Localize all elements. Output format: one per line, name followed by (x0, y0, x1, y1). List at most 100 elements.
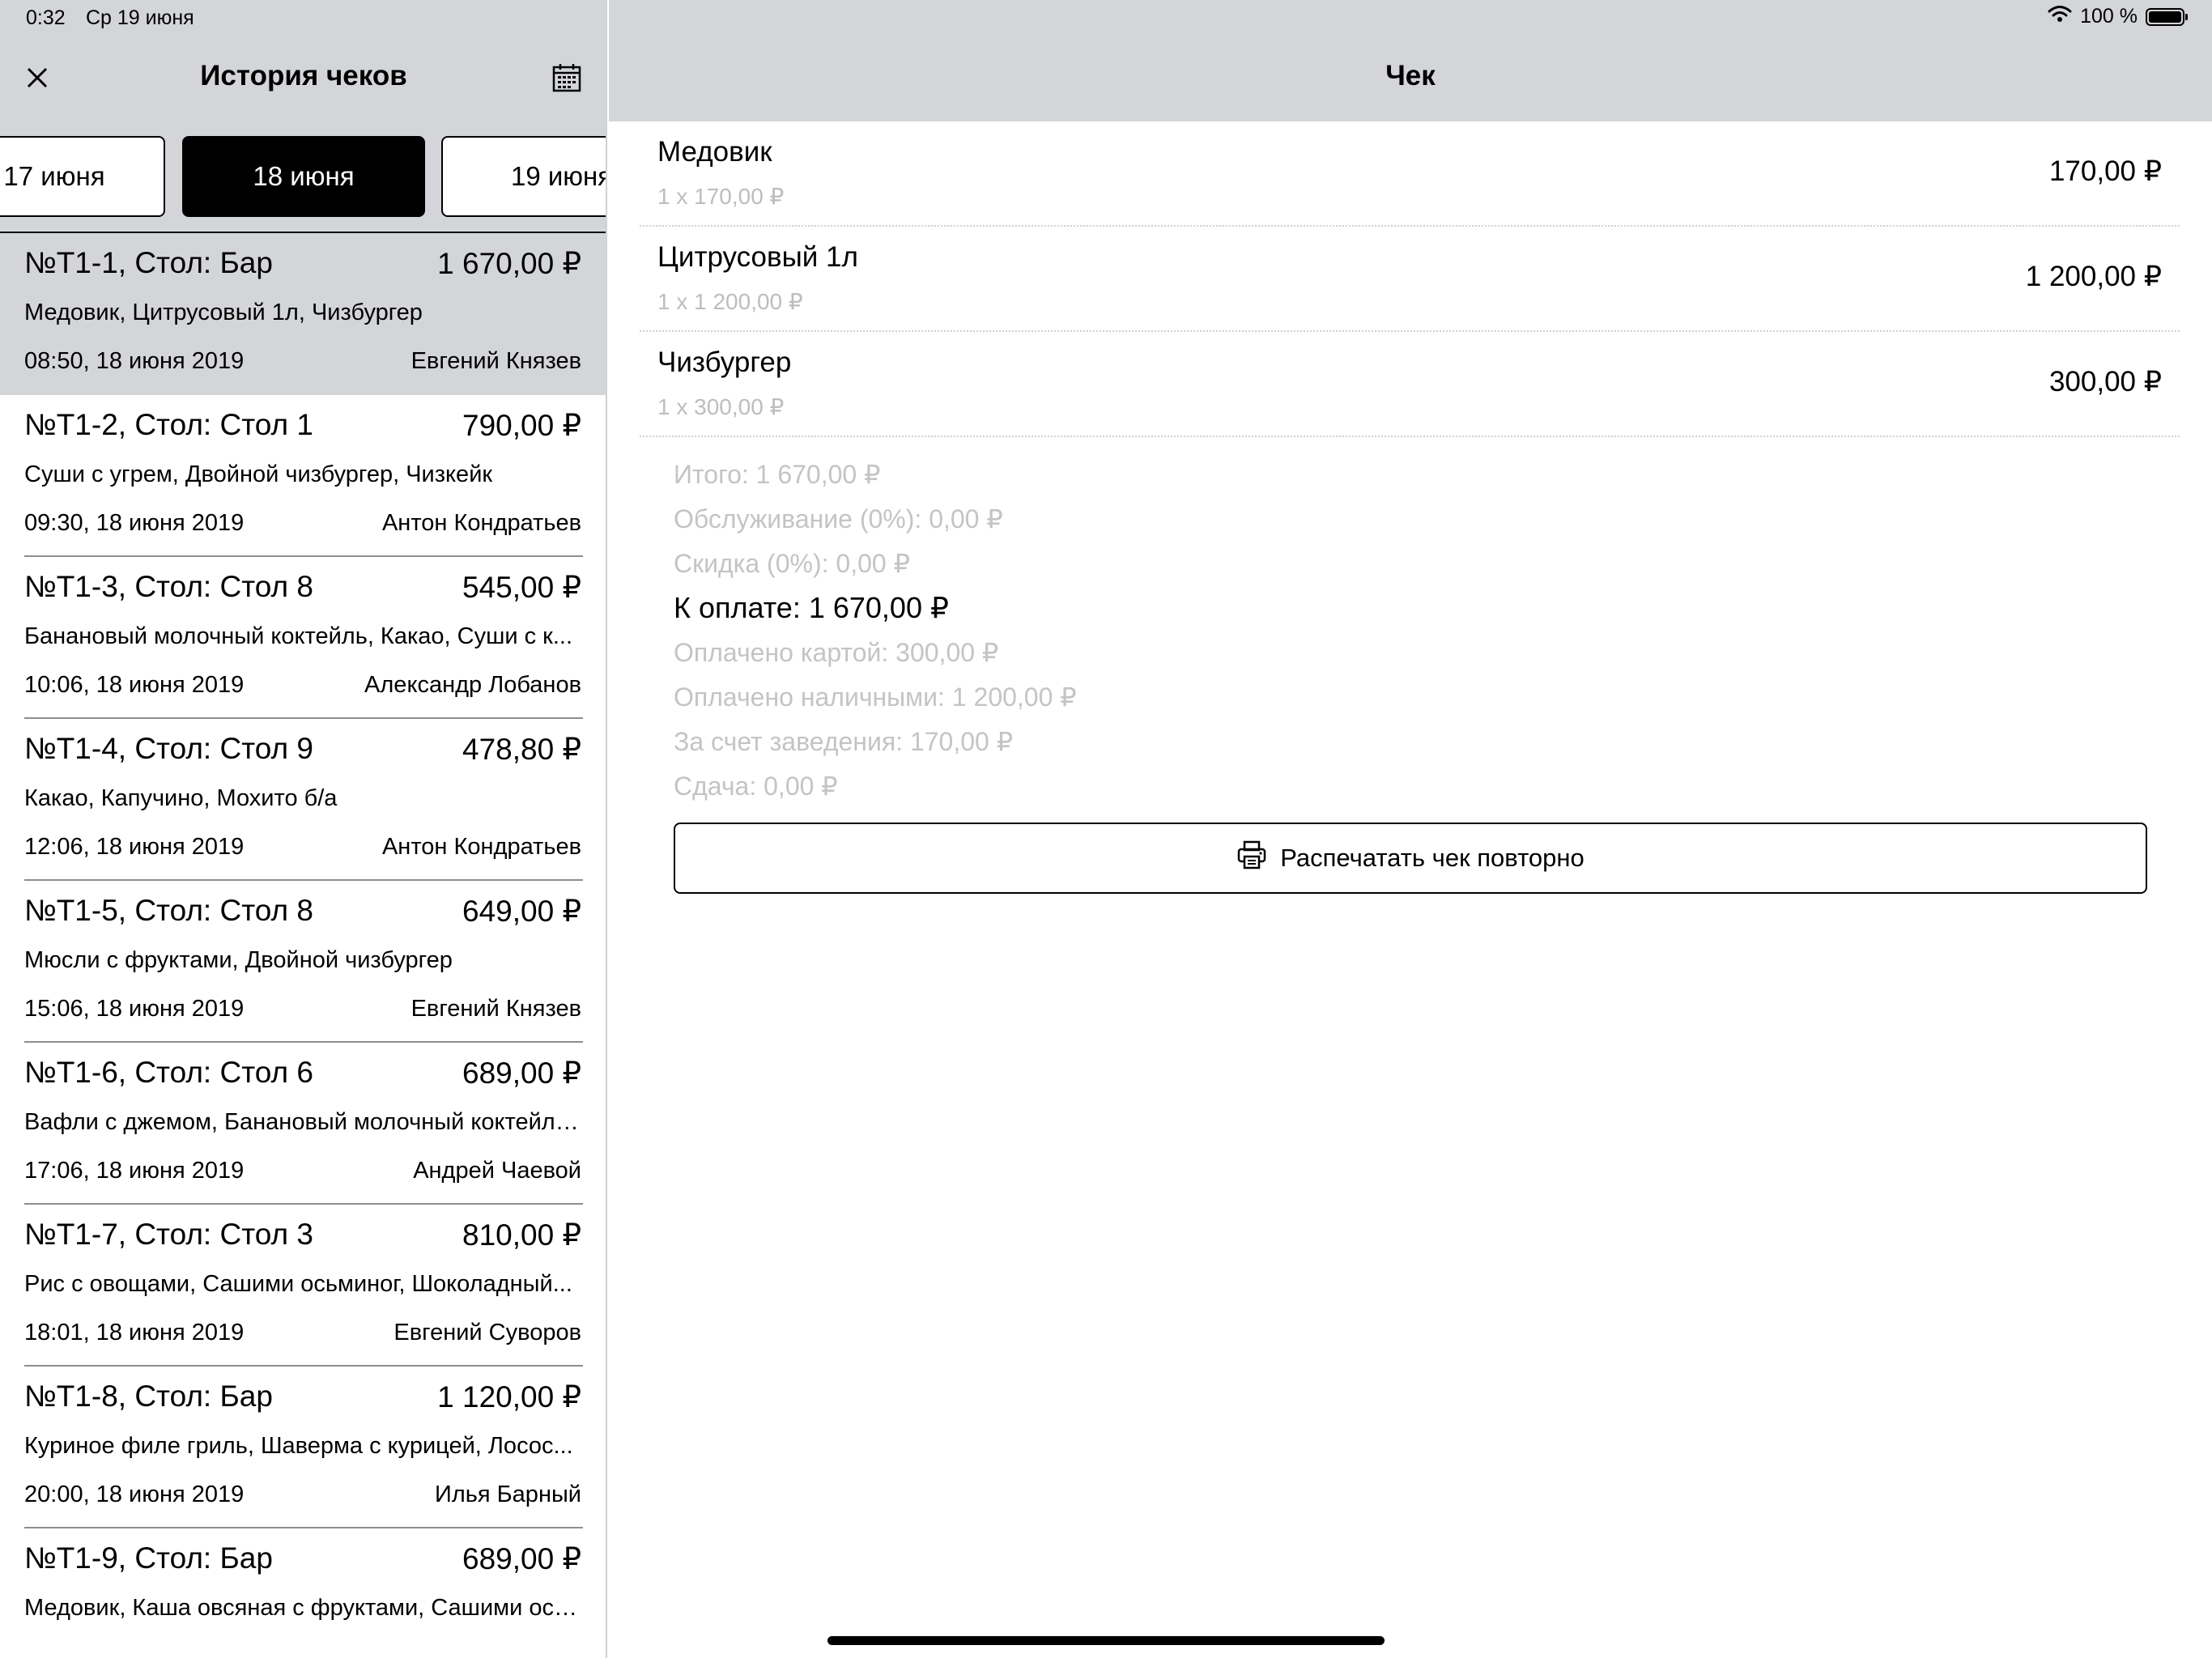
paid-by-cash: Оплачено наличными: 1 200,00 ₽ (674, 682, 1077, 712)
reprint-button[interactable]: Распечатать чек повторно (674, 823, 2147, 894)
subtotal: Итого: 1 670,00 ₽ (674, 460, 881, 489)
receipt-time: 10:06, 18 июня 2019 (24, 672, 245, 698)
receipt-sum: 1 120,00 ₽ (437, 1380, 581, 1414)
date-tabs: 17 июня 18 июня 19 июня (0, 136, 607, 219)
receipt-author: Александр Лобанов (364, 672, 581, 698)
receipt-row[interactable]: №Т1-9, Стол: Бар 689,00 ₽ Медовик, Каша … (0, 1528, 606, 1658)
receipt-time: 18:01, 18 июня 2019 (24, 1320, 245, 1346)
line-name: Цитрусовый 1л (657, 241, 858, 273)
receipt-number: №Т1-9, Стол: Бар (24, 1541, 273, 1575)
receipt-row[interactable]: №Т1-1, Стол: Бар 1 670,00 ₽ Медовик, Цит… (0, 233, 606, 395)
receipt-number: №Т1-3, Стол: Стол 8 (24, 570, 313, 603)
receipt-sum: 689,00 ₽ (462, 1542, 581, 1575)
receipt-row[interactable]: №Т1-6, Стол: Стол 6 689,00 ₽ Вафли с дже… (0, 1043, 606, 1205)
printer-icon (1236, 840, 1267, 876)
receipt-sum: 649,00 ₽ (462, 895, 581, 928)
receipt-title: Чек (1385, 60, 1436, 91)
line-divider (640, 436, 2180, 437)
tab-label: 19 июня (511, 161, 607, 191)
tab-19-june[interactable]: 19 июня (441, 136, 607, 217)
line-name: Медовик (657, 136, 772, 168)
amount-due: К оплате: 1 670,00 ₽ (674, 591, 949, 624)
battery-icon (2146, 7, 2188, 26)
receipt-sum: 1 670,00 ₽ (437, 247, 581, 280)
receipt-items: Вафли с джемом, Банановый молочный кокте… (24, 1109, 581, 1135)
receipt-row[interactable]: №Т1-7, Стол: Стол 3 810,00 ₽ Рис с овоща… (0, 1205, 606, 1367)
line-qty: 1 x 300,00 ₽ (657, 394, 785, 419)
receipt-time: 20:00, 18 июня 2019 (24, 1482, 245, 1507)
receipt-sum: 478,80 ₽ (462, 733, 581, 766)
receipt-sum: 689,00 ₽ (462, 1056, 581, 1090)
receipt-author: Евгений Князев (410, 996, 581, 1022)
service-charge: Обслуживание (0%): 0,00 ₽ (674, 504, 1003, 534)
receipt-author: Антон Кондратьев (381, 510, 581, 536)
close-icon[interactable] (21, 62, 53, 94)
receipt-number: №Т1-1, Стол: Бар (24, 246, 273, 279)
line-item: Цитрусовый 1л 1 x 1 200,00 ₽ 1 200,00 ₽ (609, 227, 2212, 332)
receipt-time: 17:06, 18 июня 2019 (24, 1158, 245, 1184)
receipt-list: №Т1-1, Стол: Бар 1 670,00 ₽ Медовик, Цит… (0, 233, 606, 1658)
receipt-pane: Чек Медовик 1 x 170,00 ₽ 170,00 ₽ Цитрус… (609, 0, 2212, 1658)
reprint-label: Распечатать чек повторно (1280, 844, 1585, 872)
receipt-time: 15:06, 18 июня 2019 (24, 996, 245, 1022)
receipt-author: Андрей Чаевой (413, 1158, 581, 1184)
receipt-items: Медовик, Цитрусовый 1л, Чизбургер (24, 300, 423, 325)
receipt-number: №Т1-2, Стол: Стол 1 (24, 408, 313, 441)
receipt-number: №Т1-6, Стол: Стол 6 (24, 1056, 313, 1089)
paid-by-card: Оплачено картой: 300,00 ₽ (674, 638, 999, 667)
receipt-sum: 810,00 ₽ (462, 1218, 581, 1252)
line-sum: 1 200,00 ₽ (2025, 261, 2162, 292)
status-date: Ср 19 июня (86, 6, 194, 29)
receipt-items: Какао, Капучино, Мохито б/а (24, 785, 338, 811)
receipt-items: Мюсли с фруктами, Двойной чизбургер (24, 947, 453, 973)
receipt-row[interactable]: №Т1-3, Стол: Стол 8 545,00 ₽ Банановый м… (0, 557, 606, 719)
receipt-items: Банановый молочный коктейль, Какао, Суши… (24, 623, 573, 649)
receipt-row[interactable]: №Т1-2, Стол: Стол 1 790,00 ₽ Суши с угре… (0, 395, 606, 557)
receipt-items: Куриное филе гриль, Шаверма с курицей, Л… (24, 1433, 573, 1459)
discount: Скидка (0%): 0,00 ₽ (674, 549, 910, 578)
line-name: Чизбургер (657, 346, 792, 378)
line-sum: 300,00 ₽ (2048, 366, 2162, 397)
receipt-time: 09:30, 18 июня 2019 (24, 510, 245, 536)
receipt-number: №Т1-8, Стол: Бар (24, 1380, 273, 1413)
status-right: 100 % (2048, 5, 2188, 28)
home-indicator[interactable] (827, 1636, 1385, 1645)
tab-18-june[interactable]: 18 июня (182, 136, 425, 217)
line-sum: 170,00 ₽ (2048, 155, 2162, 187)
receipt-author: Антон Кондратьев (381, 834, 581, 860)
change: Сдача: 0,00 ₽ (674, 772, 838, 801)
receipt-row[interactable]: №Т1-4, Стол: Стол 9 478,80 ₽ Какао, Капу… (0, 719, 606, 881)
receipt-lines: Медовик 1 x 170,00 ₽ 170,00 ₽ Цитрусовый… (609, 121, 2212, 437)
receipt-row[interactable]: №Т1-8, Стол: Бар 1 120,00 ₽ Куриное филе… (0, 1367, 606, 1528)
receipt-sum: 545,00 ₽ (462, 571, 581, 604)
tab-label: 17 июня (3, 161, 105, 191)
receipt-items: Суши с угрем, Двойной чизбургер, Чизкейк (24, 461, 493, 487)
calendar-icon[interactable] (551, 62, 583, 94)
receipt-totals: Итого: 1 670,00 ₽ Обслуживание (0%): 0,0… (674, 458, 1077, 814)
tab-17-june[interactable]: 17 июня (0, 136, 165, 217)
on-the-house: За счет заведения: 170,00 ₽ (674, 727, 1014, 756)
tab-label: 18 июня (253, 161, 355, 191)
line-qty: 1 x 1 200,00 ₽ (657, 289, 803, 314)
receipt-time: 12:06, 18 июня 2019 (24, 834, 245, 860)
history-pane: История чеков 17 июня 18 июня 19 июня №Т… (0, 0, 607, 1658)
receipt-items: Рис с овощами, Сашими осьминог, Шоколадн… (24, 1271, 572, 1297)
line-item: Медовик 1 x 170,00 ₽ 170,00 ₽ (609, 121, 2212, 227)
receipt-sum: 790,00 ₽ (462, 409, 581, 442)
status-time: 0:32 (26, 6, 66, 29)
receipt-author: Евгений Князев (410, 348, 581, 374)
receipt-items: Медовик, Каша овсяная с фруктами, Сашими… (24, 1595, 581, 1621)
receipt-time: 08:50, 18 июня 2019 (24, 348, 245, 374)
wifi-icon (2048, 5, 2072, 28)
receipt-row[interactable]: №Т1-5, Стол: Стол 8 649,00 ₽ Мюсли с фру… (0, 881, 606, 1043)
battery-fill (2149, 11, 2181, 23)
battery-percent: 100 % (2080, 5, 2138, 28)
receipt-number: №Т1-5, Стол: Стол 8 (24, 894, 313, 927)
receipt-author: Илья Барный (435, 1482, 581, 1507)
line-item: Чизбургер 1 x 300,00 ₽ 300,00 ₽ (609, 332, 2212, 437)
status-bar: 0:32 Ср 19 июня 100 % (0, 0, 2212, 39)
receipt-author: Евгений Суворов (393, 1320, 581, 1346)
receipt-number: №Т1-7, Стол: Стол 3 (24, 1218, 313, 1251)
line-qty: 1 x 170,00 ₽ (657, 184, 785, 209)
receipt-number: №Т1-4, Стол: Стол 9 (24, 732, 313, 765)
